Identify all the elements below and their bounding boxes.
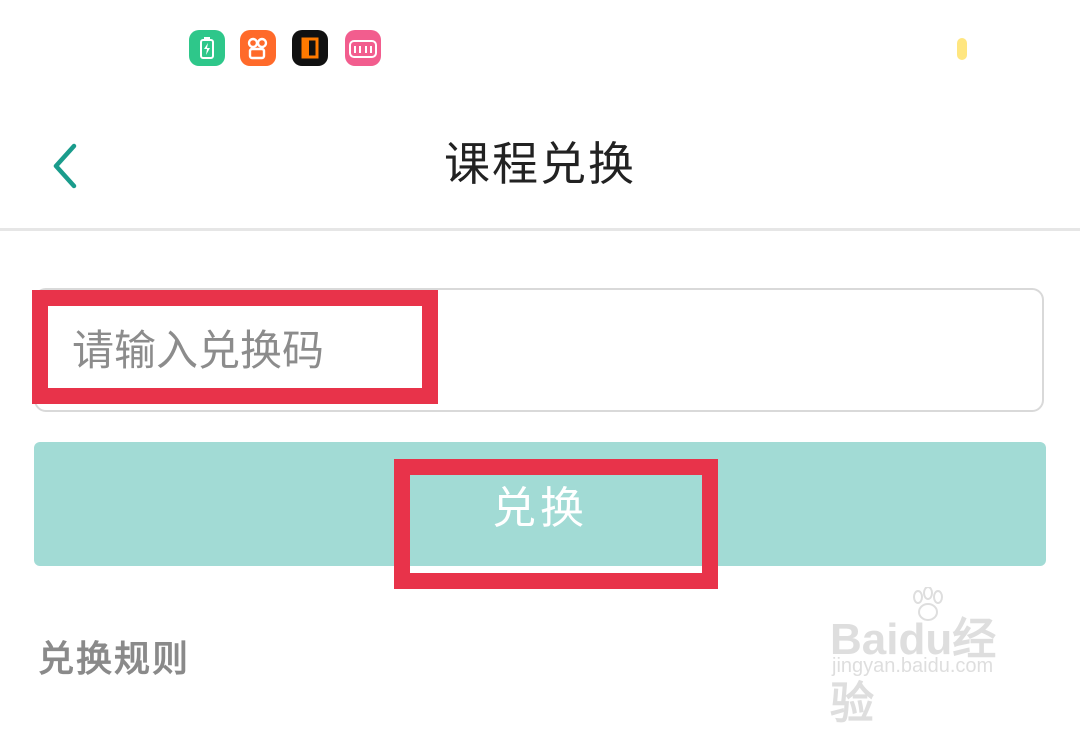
header-divider bbox=[0, 228, 1080, 231]
baidu-jingyan-watermark: Baidu经验 jingyan.baidu.com bbox=[830, 585, 1030, 728]
redeem-code-field bbox=[34, 288, 1044, 412]
black-app-icon bbox=[292, 30, 328, 66]
status-bar bbox=[0, 0, 1080, 100]
battery-app-icon bbox=[189, 30, 225, 66]
page-title: 课程兑换 bbox=[444, 137, 636, 191]
redeem-button-label: 兑换 bbox=[492, 483, 588, 534]
redeem-button[interactable]: 兑换 bbox=[34, 442, 1046, 566]
rules-heading: 兑换规则 bbox=[38, 639, 191, 680]
watermark-url: jingyan.baidu.com bbox=[832, 655, 994, 677]
nav-header: 课程兑换 bbox=[0, 100, 1080, 228]
kuaishou-app-icon bbox=[240, 30, 276, 66]
status-indicator-icon bbox=[957, 38, 967, 60]
redeem-code-input[interactable] bbox=[36, 290, 1042, 410]
bilibili-app-icon bbox=[345, 30, 381, 66]
